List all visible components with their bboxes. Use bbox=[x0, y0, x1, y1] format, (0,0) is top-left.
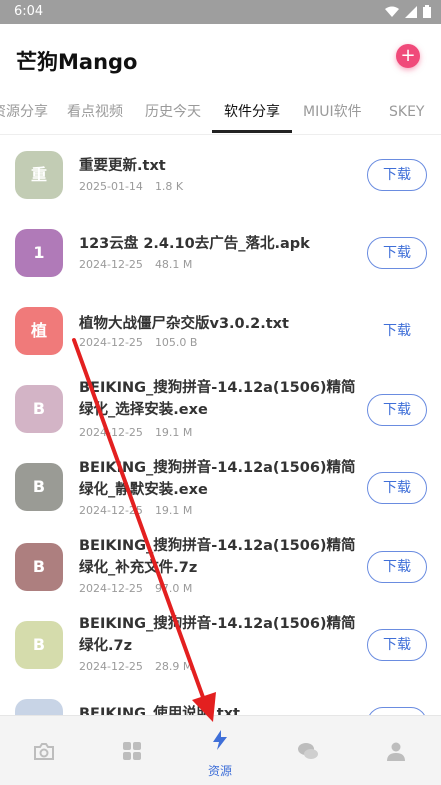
app-title: 芒狗Mango bbox=[16, 50, 138, 74]
file-name: 重要更新.txt bbox=[79, 158, 166, 174]
file-date: 2024-12-25 bbox=[79, 336, 143, 349]
list-item[interactable]: B BEIKING_搜狗拼音-14.12a(1506)精简绿化.7z 2024-… bbox=[0, 603, 441, 681]
status-bar: 6:04 bbox=[0, 0, 441, 24]
tab-miui-software[interactable]: MIUI软件 bbox=[303, 92, 362, 132]
battery-icon bbox=[423, 5, 431, 18]
list-item[interactable]: B BEIKING_搜狗拼音-14.12a(1506)精简绿化_补充文件.7z … bbox=[0, 525, 441, 603]
tab-skey[interactable]: SKEY bbox=[389, 92, 424, 132]
download-button[interactable]: 下载 bbox=[367, 551, 427, 583]
grid-icon bbox=[123, 742, 141, 760]
wifi-icon bbox=[385, 6, 399, 17]
status-time: 6:04 bbox=[14, 4, 44, 19]
category-tabs: 资源分享 看点视频 历史今天 软件分享 MIUI软件 SKEY bbox=[0, 92, 441, 135]
nav-item-apps[interactable] bbox=[88, 716, 176, 785]
file-meta: 2025-01-14 1.8 K bbox=[79, 180, 183, 193]
list-item[interactable]: 1 123云盘 2.4.10去广告_落北.apk 2024-12-25 48.1 … bbox=[0, 213, 441, 291]
file-size: 19.1 M bbox=[154, 504, 193, 517]
status-icons bbox=[385, 5, 431, 18]
file-size: 1.8 K bbox=[154, 180, 184, 193]
file-name: 123云盘 2.4.10去广告_落北.apk bbox=[79, 236, 310, 252]
file-size: 48.1 M bbox=[154, 258, 193, 271]
nav-item-messages[interactable] bbox=[264, 716, 352, 785]
tab-history-today[interactable]: 历史今天 bbox=[145, 92, 201, 132]
add-button[interactable]: + bbox=[396, 44, 420, 68]
download-button[interactable] bbox=[367, 707, 427, 715]
file-meta: 2024-12-25 48.1 M bbox=[79, 258, 192, 271]
list-item[interactable]: BEIKING_使用说明.txt bbox=[0, 681, 441, 715]
bottom-navigation: 资源 bbox=[0, 715, 441, 785]
file-size: 28.9 M bbox=[154, 660, 193, 673]
file-date: 2024-12-25 bbox=[79, 426, 143, 439]
file-date: 2024-12-25 bbox=[79, 258, 143, 271]
download-button[interactable]: 下载 bbox=[367, 629, 427, 661]
file-avatar: B bbox=[15, 543, 63, 591]
lightning-icon bbox=[213, 730, 227, 750]
download-button[interactable]: 下载 bbox=[367, 237, 427, 269]
tab-resource-share[interactable]: 资源分享 bbox=[0, 92, 48, 132]
file-size: 97.0 M bbox=[154, 582, 193, 595]
signal-icon bbox=[405, 5, 417, 18]
tab-software-share[interactable]: 软件分享 bbox=[224, 92, 280, 132]
list-item[interactable]: B BEIKING_搜狗拼音-14.12a(1506)精简绿化_静默安装.exe… bbox=[0, 447, 441, 525]
file-avatar: B bbox=[15, 621, 63, 669]
file-name: BEIKING_搜狗拼音-14.12a(1506)精简绿化_补充文件.7z bbox=[79, 538, 356, 576]
nav-item-home[interactable] bbox=[0, 716, 88, 785]
file-meta: 2024-12-25 19.1 M bbox=[79, 504, 192, 517]
nav-item-profile[interactable] bbox=[352, 716, 440, 785]
file-date: 2024-12-25 bbox=[79, 582, 143, 595]
list-item[interactable]: 植 植物大战僵尸杂交版v3.0.2.txt 2024-12-25 105.0 B … bbox=[0, 291, 441, 369]
active-tab-indicator bbox=[212, 130, 292, 133]
file-size: 105.0 B bbox=[154, 336, 198, 349]
file-avatar bbox=[15, 699, 63, 715]
file-avatar: 植 bbox=[15, 307, 63, 355]
list-item[interactable]: B BEIKING_搜狗拼音-14.12a(1506)精简绿化_选择安装.exe… bbox=[0, 369, 441, 447]
file-size: 19.1 M bbox=[154, 426, 193, 439]
nav-label-resources: 资源 bbox=[207, 764, 232, 778]
file-meta: 2024-12-25 28.9 M bbox=[79, 660, 192, 673]
person-icon bbox=[387, 742, 405, 761]
file-avatar: 1 bbox=[15, 229, 63, 277]
file-name: BEIKING_搜狗拼音-14.12a(1506)精简绿化_静默安装.exe bbox=[79, 460, 356, 498]
file-name: BEIKING_搜狗拼音-14.12a(1506)精简绿化.7z bbox=[79, 616, 356, 654]
file-name: 植物大战僵尸杂交版v3.0.2.txt bbox=[79, 316, 289, 332]
file-avatar: B bbox=[15, 385, 63, 433]
file-name: BEIKING_搜狗拼音-14.12a(1506)精简绿化_选择安装.exe bbox=[79, 380, 356, 418]
file-meta: 2024-12-25 97.0 M bbox=[79, 582, 192, 595]
camera-icon bbox=[34, 743, 54, 760]
file-date: 2024-12-25 bbox=[79, 504, 143, 517]
download-button[interactable]: 下载 bbox=[367, 315, 427, 347]
file-avatar: B bbox=[15, 463, 63, 511]
file-meta: 2024-12-25 105.0 B bbox=[79, 336, 197, 349]
download-button[interactable]: 下载 bbox=[367, 159, 427, 191]
file-date: 2024-12-25 bbox=[79, 660, 143, 673]
file-list: 重 重要更新.txt 2025-01-14 1.8 K 下载 1 123云盘 2.… bbox=[0, 135, 441, 715]
tab-videos[interactable]: 看点视频 bbox=[67, 92, 123, 132]
file-meta: 2024-12-25 19.1 M bbox=[79, 426, 192, 439]
file-name: BEIKING_使用说明.txt bbox=[79, 706, 240, 715]
list-item[interactable]: 重 重要更新.txt 2025-01-14 1.8 K 下载 bbox=[0, 135, 441, 213]
download-button[interactable]: 下载 bbox=[367, 472, 427, 504]
file-date: 2025-01-14 bbox=[79, 180, 143, 193]
download-button[interactable]: 下载 bbox=[367, 394, 427, 426]
app-header: 芒狗Mango + bbox=[0, 24, 441, 92]
nav-item-resources[interactable]: 资源 bbox=[176, 716, 264, 785]
file-avatar: 重 bbox=[15, 151, 63, 199]
chat-icon bbox=[298, 743, 318, 759]
